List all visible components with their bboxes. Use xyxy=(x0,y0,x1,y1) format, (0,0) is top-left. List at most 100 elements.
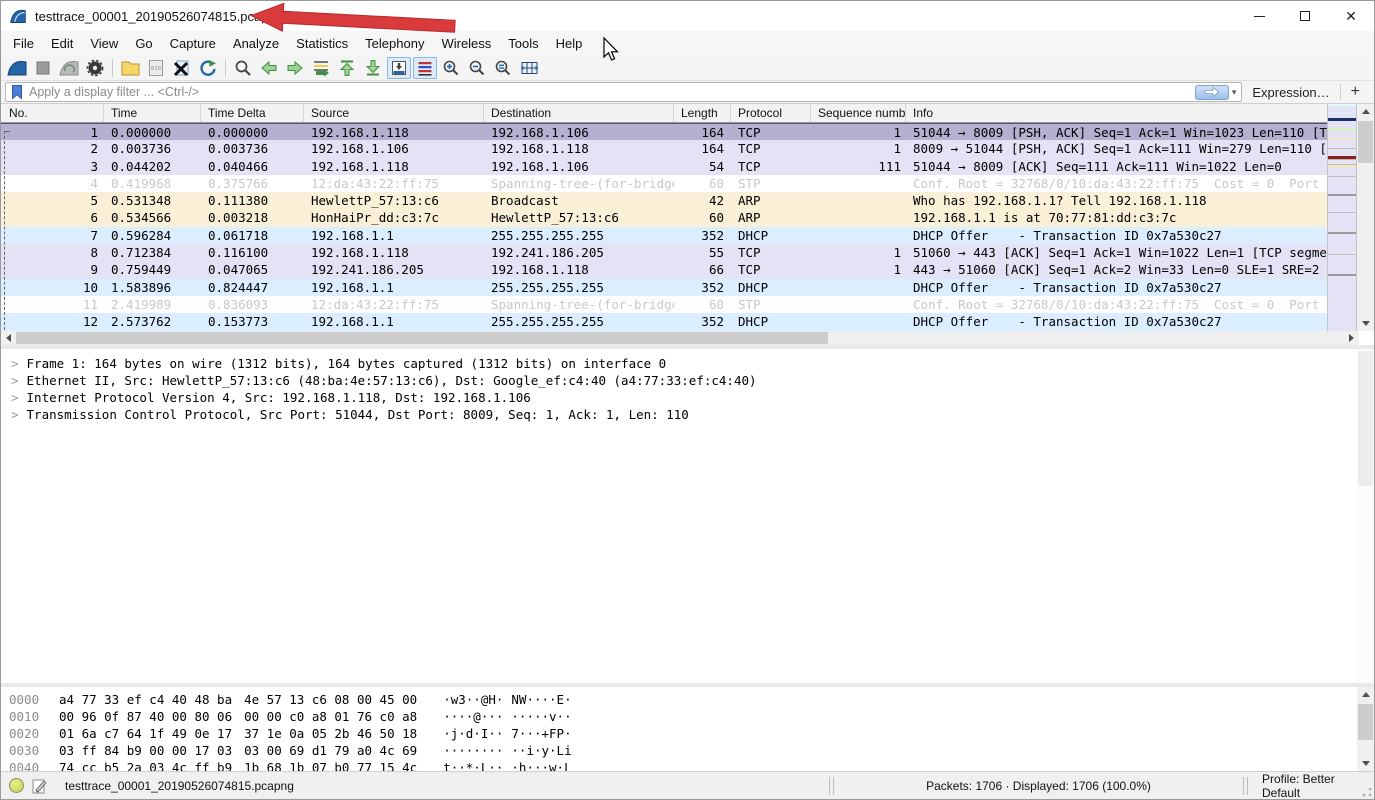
go-back-icon[interactable] xyxy=(257,57,281,79)
expander-icon[interactable]: > xyxy=(11,356,19,371)
menu-file[interactable]: File xyxy=(5,33,42,54)
menu-edit[interactable]: Edit xyxy=(43,33,81,54)
filter-bookmark-icon[interactable] xyxy=(10,84,24,100)
packet-list-horizontal-scrollbar[interactable] xyxy=(1,331,1359,345)
restart-capture-icon[interactable] xyxy=(57,57,81,79)
expander-icon[interactable]: > xyxy=(11,390,19,405)
save-file-icon[interactable]: 010 xyxy=(144,57,168,79)
bytes-vertical-scrollbar[interactable] xyxy=(1357,687,1374,771)
wireshark-window: testtrace_00001_20190526074815.pcapng ✕ … xyxy=(0,0,1375,800)
menu-help[interactable]: Help xyxy=(548,33,591,54)
filter-dropdown-caret[interactable]: ▾ xyxy=(1232,87,1237,98)
start-capture-icon[interactable] xyxy=(5,57,29,79)
col-header-destination[interactable]: Destination xyxy=(484,104,674,122)
main-toolbar: 010 xyxy=(1,55,1374,81)
scrollbar-thumb[interactable] xyxy=(1358,351,1373,486)
packet-row[interactable]: 10.0000000.000000192.168.1.118192.168.1.… xyxy=(1,123,1329,140)
menu-capture[interactable]: Capture xyxy=(162,33,224,54)
scroll-right-arrow[interactable] xyxy=(1344,331,1359,345)
menu-view[interactable]: View xyxy=(82,33,126,54)
detail-ethernet-line[interactable]: >Ethernet II, Src: HewlettP_57:13:c6 (48… xyxy=(1,372,1374,389)
col-header-time-delta[interactable]: Time Delta xyxy=(201,104,304,122)
packet-row[interactable]: 80.7123840.116100192.168.1.118192.241.18… xyxy=(1,244,1329,261)
menu-bar: File Edit View Go Capture Analyze Statis… xyxy=(1,31,1374,55)
detail-frame-line[interactable]: >Frame 1: 164 bytes on wire (1312 bits),… xyxy=(1,355,1374,372)
scroll-up-arrow[interactable] xyxy=(1357,687,1374,702)
col-header-source[interactable]: Source xyxy=(304,104,484,122)
close-button[interactable]: ✕ xyxy=(1328,1,1374,31)
capture-options-icon[interactable] xyxy=(83,57,107,79)
expander-icon[interactable]: > xyxy=(11,373,19,388)
expander-icon[interactable]: > xyxy=(11,407,19,422)
go-to-packet-icon[interactable] xyxy=(309,57,333,79)
packet-row[interactable]: 60.5345660.003218HonHaiPr_dd:c3:7cHewlet… xyxy=(1,209,1329,226)
add-filter-button[interactable]: + xyxy=(1341,83,1370,101)
packet-rows: 10.0000000.000000192.168.1.118192.168.1.… xyxy=(1,123,1329,331)
packet-row[interactable]: 90.7594490.047065192.241.186.205192.168.… xyxy=(1,261,1329,278)
colorize-toggle-icon[interactable] xyxy=(413,57,437,79)
go-last-packet-icon[interactable] xyxy=(361,57,385,79)
find-packet-icon[interactable] xyxy=(231,57,255,79)
hex-line[interactable]: 0000a4 77 33 ef c4 40 48 ba4e 57 13 c6 0… xyxy=(1,691,1374,708)
packet-row[interactable]: 122.5737620.153773192.168.1.1255.255.255… xyxy=(1,313,1329,330)
go-first-packet-icon[interactable] xyxy=(335,57,359,79)
open-file-icon[interactable] xyxy=(118,57,142,79)
zoom-in-icon[interactable] xyxy=(439,57,463,79)
scrollbar-thumb[interactable] xyxy=(16,332,828,344)
scroll-up-arrow[interactable] xyxy=(1357,104,1374,119)
packet-row[interactable]: 30.0442020.040466192.168.1.118192.168.1.… xyxy=(1,158,1329,175)
scroll-down-arrow[interactable] xyxy=(1357,756,1374,771)
scrollbar-thumb[interactable] xyxy=(1358,121,1373,163)
packet-list-vertical-scrollbar[interactable] xyxy=(1357,104,1374,331)
menu-go[interactable]: Go xyxy=(127,33,160,54)
col-header-sequence-number[interactable]: Sequence number xyxy=(811,104,906,122)
zoom-original-icon[interactable] xyxy=(491,57,515,79)
hex-line[interactable]: 001000 96 0f 87 40 00 80 0600 00 c0 a8 0… xyxy=(1,708,1374,725)
col-header-info[interactable]: Info xyxy=(906,104,1329,122)
scroll-down-arrow[interactable] xyxy=(1357,316,1374,331)
display-filter-bar: ▾ Expression… + xyxy=(1,81,1374,104)
hex-line[interactable]: 002001 6a c7 64 1f 49 0e 1737 1e 0a 05 2… xyxy=(1,725,1374,742)
col-header-protocol[interactable]: Protocol xyxy=(731,104,811,122)
reload-file-icon[interactable] xyxy=(196,57,220,79)
packet-row[interactable]: 50.5313480.111380HewlettP_57:13:c6Broadc… xyxy=(1,192,1329,209)
packet-row[interactable]: 40.4199680.37576612:da:43:22:ff:75Spanni… xyxy=(1,175,1329,192)
toolbar-separator xyxy=(112,59,113,77)
stop-capture-icon[interactable] xyxy=(31,57,55,79)
detail-tcp-line[interactable]: >Transmission Control Protocol, Src Port… xyxy=(1,406,1374,423)
capture-comment-icon[interactable] xyxy=(32,778,47,794)
detail-ip-line[interactable]: >Internet Protocol Version 4, Src: 192.1… xyxy=(1,389,1374,406)
menu-analyze[interactable]: Analyze xyxy=(225,33,287,54)
scrollbar-thumb[interactable] xyxy=(1358,704,1373,740)
maximize-button[interactable] xyxy=(1282,1,1328,31)
close-file-icon[interactable] xyxy=(170,57,194,79)
col-header-length[interactable]: Length xyxy=(674,104,731,122)
auto-scroll-toggle-icon[interactable] xyxy=(387,57,411,79)
expert-info-icon[interactable] xyxy=(9,778,24,793)
toolbar-separator xyxy=(225,59,226,77)
related-packets-tick xyxy=(4,131,10,132)
display-filter-input[interactable] xyxy=(29,84,1195,100)
window-controls: ✕ xyxy=(1236,1,1374,31)
resize-columns-icon[interactable] xyxy=(517,57,541,79)
scroll-left-arrow[interactable] xyxy=(1,331,16,345)
details-vertical-scrollbar[interactable] xyxy=(1357,349,1374,683)
title-bar: testtrace_00001_20190526074815.pcapng ✕ xyxy=(1,1,1374,31)
col-header-no[interactable]: No. xyxy=(1,104,104,122)
packet-row[interactable]: 20.0037360.003736192.168.1.106192.168.1.… xyxy=(1,140,1329,157)
packet-row[interactable]: 112.4199890.83609312:da:43:22:ff:75Spann… xyxy=(1,296,1329,313)
status-bar: testtrace_00001_20190526074815.pcapng Pa… xyxy=(1,771,1374,799)
statusbar-profile[interactable]: Profile: Better Default xyxy=(1250,772,1374,800)
expression-button[interactable]: Expression… xyxy=(1242,85,1339,100)
hex-line[interactable]: 003003 ff 84 b9 00 00 17 0303 00 69 d1 7… xyxy=(1,742,1374,759)
apply-filter-button[interactable] xyxy=(1195,85,1229,100)
col-header-time[interactable]: Time xyxy=(104,104,201,122)
resize-grip[interactable] xyxy=(1362,787,1372,797)
menu-tools[interactable]: Tools xyxy=(500,33,546,54)
packet-row[interactable]: 101.5838960.824447192.168.1.1255.255.255… xyxy=(1,279,1329,296)
zoom-out-icon[interactable] xyxy=(465,57,489,79)
packet-row[interactable]: 70.5962840.061718192.168.1.1255.255.255.… xyxy=(1,227,1329,244)
intelligent-scrollbar-minimap[interactable] xyxy=(1327,104,1357,331)
go-forward-icon[interactable] xyxy=(283,57,307,79)
minimize-button[interactable] xyxy=(1236,1,1282,31)
